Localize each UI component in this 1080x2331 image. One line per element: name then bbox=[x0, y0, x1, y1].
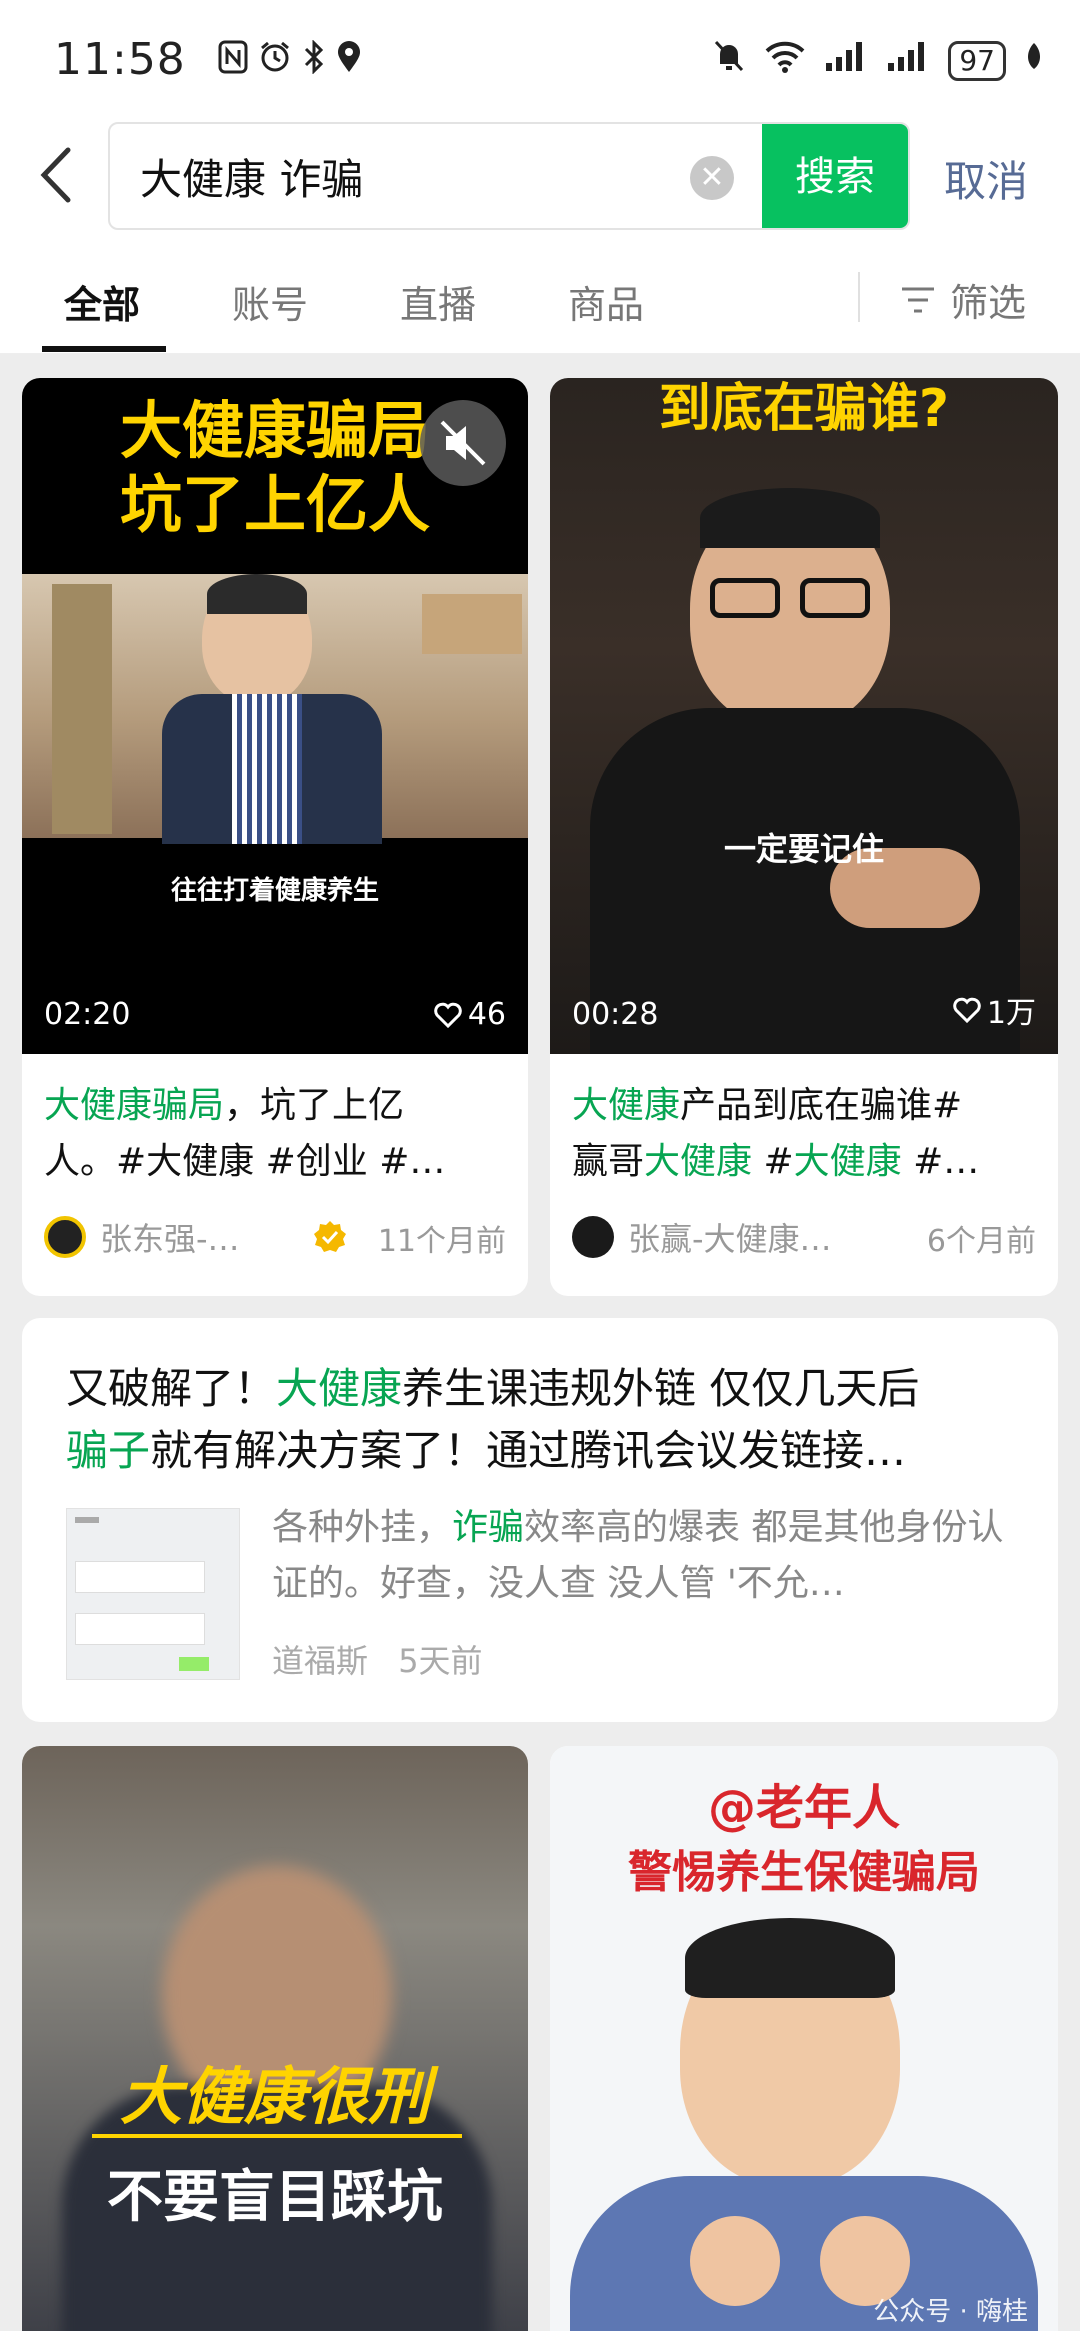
cancel-button[interactable]: 取消 bbox=[944, 148, 1028, 209]
filter-label: 筛选 bbox=[950, 281, 1027, 325]
video-title: 大健康骗局，坑了上亿 人。#大健康 #创业 #… bbox=[44, 1078, 506, 1190]
author-name: 道福斯 bbox=[272, 1642, 369, 1680]
nfc-icon bbox=[218, 40, 248, 83]
thumbnail-caption: 一定要记住 bbox=[723, 830, 884, 868]
title-text: # bbox=[752, 1141, 794, 1182]
snippet-text: 各种外挂， bbox=[272, 1507, 453, 1548]
video-card[interactable]: 大健康骗局 坑了上亿人 往往打着健康养生 02:20 46 大健康骗局，坑了上亿… bbox=[22, 378, 528, 1296]
status-bar: 11:58 97 bbox=[0, 0, 1080, 120]
search-button[interactable]: 搜索 bbox=[762, 124, 908, 228]
filter-button[interactable]: 筛选 bbox=[900, 272, 1026, 327]
title-highlight: 大健康骗局 bbox=[44, 1085, 225, 1126]
title-highlight: 大健康 bbox=[793, 1141, 902, 1182]
video-card[interactable]: 到底在骗谁? 一定要记住 00:28 1万 大健康产品到底在骗谁# 赢哥大健康 … bbox=[550, 378, 1058, 1296]
article-meta: 道福斯 5天前 bbox=[272, 1636, 483, 1682]
back-arrow-icon bbox=[40, 147, 71, 203]
video-thumbnail[interactable]: 到底在骗谁? 一定要记住 00:28 1万 bbox=[550, 378, 1058, 1054]
title-text: 又破解了！ bbox=[66, 1364, 277, 1413]
verified-badge-icon bbox=[313, 1221, 346, 1252]
tab-all[interactable]: 全部 bbox=[64, 274, 140, 329]
author[interactable]: 张赢-大健康… bbox=[572, 1214, 832, 1260]
title-highlight: 大健康 bbox=[276, 1364, 403, 1413]
article-card[interactable]: 又破解了！大健康养生课违规外链 仅仅几天后 骗子就有解决方案了！通过腾讯会议发链… bbox=[22, 1318, 1058, 1722]
mute-bell-icon bbox=[712, 38, 746, 83]
video-title: 大健康产品到底在骗谁# 赢哥大健康 #大健康 #… bbox=[572, 1078, 1036, 1190]
heart-icon bbox=[953, 997, 981, 1023]
status-right-icons: 97 bbox=[712, 38, 1044, 83]
thumbnail-caption: 往往打着健康养生 bbox=[170, 876, 379, 906]
like-count: 46 bbox=[434, 997, 506, 1032]
tab-active-indicator bbox=[42, 346, 166, 352]
tab-live[interactable]: 直播 bbox=[400, 274, 476, 329]
video-thumbnail[interactable]: @老年人 警惕养生保健骗局 公众号 · 嗨桂 bbox=[550, 1746, 1058, 2331]
like-count-value: 1万 bbox=[986, 996, 1036, 1031]
battery-indicator: 97 bbox=[948, 40, 1006, 81]
signal-icon bbox=[824, 39, 868, 82]
article-thumbnail bbox=[66, 1508, 240, 1680]
back-button[interactable] bbox=[28, 140, 88, 210]
title-text: ，坑了上亿 bbox=[224, 1085, 405, 1126]
muted-speaker-icon bbox=[440, 420, 486, 466]
title-highlight: 骗子 bbox=[66, 1426, 151, 1475]
signal-icon bbox=[886, 39, 930, 82]
search-input[interactable] bbox=[140, 144, 660, 208]
bluetooth-icon bbox=[302, 39, 326, 83]
divider bbox=[858, 272, 860, 322]
clear-icon[interactable]: ✕ bbox=[690, 156, 734, 200]
video-card[interactable]: 大健康很刑 不要盲目踩坑 bbox=[22, 1746, 528, 2331]
search-header: ✕ 搜索 取消 bbox=[0, 120, 1080, 236]
title-highlight: 大健康 bbox=[644, 1141, 753, 1182]
title-text: 就有解决方案了！通过腾讯会议发链接… bbox=[150, 1426, 907, 1475]
filter-icon bbox=[902, 287, 934, 312]
tab-products[interactable]: 商品 bbox=[568, 274, 644, 329]
video-duration: 00:28 bbox=[572, 997, 659, 1032]
avatar bbox=[572, 1216, 614, 1258]
post-time: 5天前 bbox=[398, 1642, 483, 1680]
title-text: 产品到底在骗谁# bbox=[680, 1085, 963, 1126]
leaf-icon bbox=[1024, 39, 1044, 82]
like-count: 1万 bbox=[953, 988, 1036, 1032]
thumbnail-caption: @老年人 bbox=[707, 1780, 900, 1836]
snippet-highlight: 诈骗 bbox=[452, 1507, 525, 1548]
wifi-icon bbox=[764, 39, 806, 82]
video-thumbnail[interactable]: 大健康很刑 不要盲目踩坑 bbox=[22, 1746, 528, 2331]
search-box: ✕ 搜索 bbox=[108, 122, 910, 230]
author-name: 张东强-… bbox=[100, 1220, 240, 1258]
author-name: 张赢-大健康… bbox=[628, 1220, 832, 1258]
title-highlight: 大健康 bbox=[572, 1085, 681, 1126]
post-time: 6个月前 bbox=[926, 1224, 1036, 1259]
video-thumbnail[interactable]: 大健康骗局 坑了上亿人 往往打着健康养生 02:20 46 bbox=[22, 378, 528, 1054]
title-text: 人。#大健康 #创业 #… bbox=[44, 1141, 446, 1182]
post-time: 11个月前 bbox=[377, 1224, 506, 1259]
avatar bbox=[44, 1216, 86, 1258]
thumbnail-caption: 不要盲目踩坑 bbox=[107, 2165, 443, 2230]
title-text: 赢哥 bbox=[572, 1141, 645, 1182]
tab-accounts[interactable]: 账号 bbox=[232, 274, 308, 329]
status-left-icons bbox=[218, 39, 362, 83]
article-title: 又破解了！大健康养生课违规外链 仅仅几天后 骗子就有解决方案了！通过腾讯会议发链… bbox=[66, 1358, 1056, 1482]
like-count-value: 46 bbox=[467, 997, 506, 1032]
thumbnail-caption: 警惕养生保健骗局 bbox=[628, 1847, 980, 1898]
title-text: 养生课违规外链 仅仅几天后 bbox=[402, 1364, 920, 1413]
title-text: #… bbox=[901, 1141, 980, 1182]
author[interactable]: 张东强-… bbox=[44, 1214, 348, 1260]
tab-bar: 全部 账号 直播 商品 筛选 bbox=[0, 236, 1080, 354]
article-snippet: 各种外挂，诈骗效率高的爆表 都是其他身份认证的。好查，没人查 没人管 '不允… bbox=[272, 1500, 1032, 1612]
status-time: 11:58 bbox=[54, 34, 186, 85]
thumbnail-title: 到底在骗谁? bbox=[658, 379, 950, 439]
video-card[interactable]: @老年人 警惕养生保健骗局 公众号 · 嗨桂 bbox=[550, 1746, 1058, 2331]
watermark: 公众号 · 嗨桂 bbox=[873, 2297, 1028, 2327]
video-frame-image bbox=[22, 574, 528, 844]
thumbnail-caption: 大健康很刑 bbox=[119, 2060, 430, 2133]
video-duration: 02:20 bbox=[44, 997, 131, 1032]
location-icon bbox=[336, 40, 362, 83]
mute-button[interactable] bbox=[420, 400, 506, 486]
heart-icon bbox=[434, 1002, 462, 1028]
alarm-icon bbox=[258, 40, 292, 83]
